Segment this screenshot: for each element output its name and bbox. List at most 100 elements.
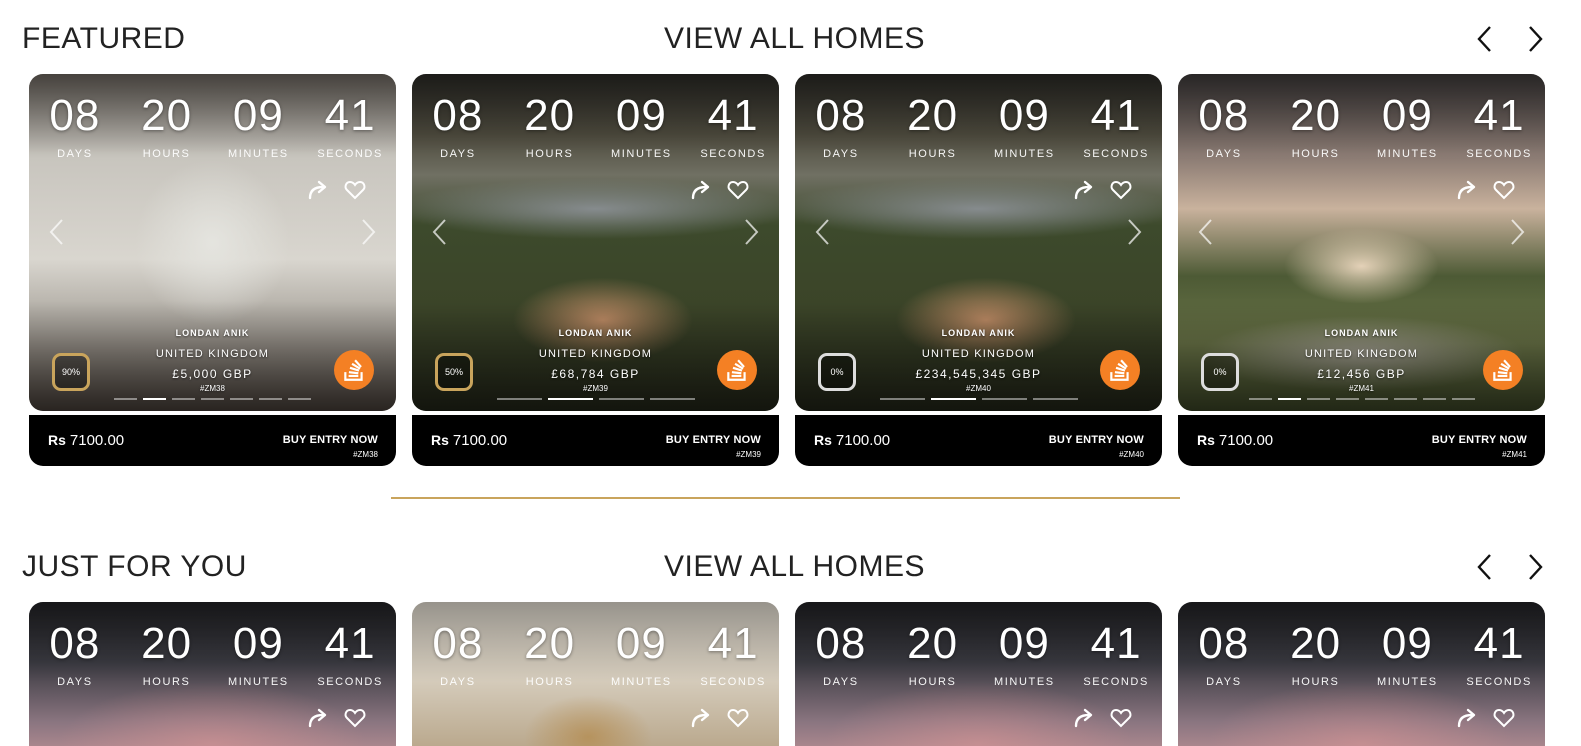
buy-entry-bar[interactable]: Rs 7100.00 BUY ENTRY NOW #ZM38 <box>29 415 396 466</box>
stackoverflow-icon[interactable] <box>1483 350 1523 390</box>
timer-minutes: 09 MINUTES <box>596 620 688 689</box>
carousel-next-button[interactable] <box>1520 550 1550 584</box>
property-photo[interactable]: 08 DAYS 20 HOURS 09 MINUTES 41 SECONDS LONDAN AN… <box>795 74 1162 411</box>
property-card[interactable]: 08 DAYS 20 HOURS 09 MINUTES 41 SECONDS <box>1178 602 1545 746</box>
property-photo[interactable]: 08 DAYS 20 HOURS 09 MINUTES 41 SECONDS <box>412 602 779 746</box>
slide-indicator[interactable] <box>114 398 137 400</box>
property-card[interactable]: 08 DAYS 20 HOURS 09 MINUTES 41 SECONDS LONDAN AN… <box>1178 74 1545 466</box>
share-icon[interactable] <box>306 706 330 730</box>
property-photo[interactable]: 08 DAYS 20 HOURS 09 MINUTES 41 SECONDS LONDAN AN… <box>412 74 779 411</box>
property-card[interactable]: 08 DAYS 20 HOURS 09 MINUTES 41 SECONDS <box>29 602 396 746</box>
timer-minutes-value: 09 <box>1381 91 1433 140</box>
buy-entry-bar[interactable]: Rs 7100.00 BUY ENTRY NOW #ZM41 <box>1178 415 1545 466</box>
buy-entry-button[interactable]: BUY ENTRY NOW <box>666 434 761 446</box>
heart-icon[interactable] <box>1109 706 1133 730</box>
photo-next-button[interactable] <box>1509 217 1527 247</box>
timer-days-value: 08 <box>49 619 101 668</box>
photo-prev-button[interactable] <box>430 217 448 247</box>
property-photo[interactable]: 08 DAYS 20 HOURS 09 MINUTES 41 SECONDS LONDAN AN… <box>29 74 396 411</box>
photo-next-button[interactable] <box>743 217 761 247</box>
slide-indicator[interactable] <box>259 398 282 400</box>
slide-indicator[interactable] <box>1364 398 1388 400</box>
slide-indicator[interactable] <box>598 398 644 400</box>
stackoverflow-icon[interactable] <box>334 350 374 390</box>
property-photo[interactable]: 08 DAYS 20 HOURS 09 MINUTES 41 SECONDS LONDAN AN… <box>1178 74 1545 411</box>
slide-indicator[interactable] <box>1451 398 1475 400</box>
timer-minutes-value: 09 <box>998 619 1050 668</box>
slide-indicator[interactable] <box>1335 398 1359 400</box>
slide-indicator[interactable] <box>1306 398 1330 400</box>
timer-days: 08 DAYS <box>1178 92 1270 161</box>
timer-minutes: 09 MINUTES <box>1362 620 1454 689</box>
timer-seconds-value: 41 <box>707 619 759 668</box>
property-photo[interactable]: 08 DAYS 20 HOURS 09 MINUTES 41 SECONDS <box>1178 602 1545 746</box>
slide-indicator[interactable] <box>496 398 542 400</box>
share-icon[interactable] <box>1455 706 1479 730</box>
heart-icon[interactable] <box>726 706 750 730</box>
heart-icon[interactable] <box>1109 178 1133 202</box>
slide-indicator[interactable] <box>1032 398 1078 400</box>
timer-hours-label: HOURS <box>142 148 191 160</box>
slide-indicator[interactable] <box>201 398 224 400</box>
share-icon[interactable] <box>1072 178 1096 202</box>
share-icon[interactable] <box>1072 706 1096 730</box>
stackoverflow-icon[interactable] <box>717 350 757 390</box>
section-title: FEATURED <box>22 22 186 55</box>
timer-days-label: DAYS <box>57 676 93 688</box>
photo-prev-button[interactable] <box>1196 217 1214 247</box>
heart-icon[interactable] <box>343 178 367 202</box>
countdown-timer: 08 DAYS 20 HOURS 09 MINUTES 41 SECONDS <box>29 619 396 689</box>
photo-prev-button[interactable] <box>813 217 831 247</box>
photo-prev-button[interactable] <box>47 217 65 247</box>
slide-indicator[interactable] <box>1393 398 1417 400</box>
property-card[interactable]: 08 DAYS 20 HOURS 09 MINUTES 41 SECONDS LONDAN AN… <box>29 74 396 466</box>
buy-entry-button[interactable]: BUY ENTRY NOW <box>1049 434 1144 446</box>
slide-indicator[interactable] <box>143 398 166 400</box>
buy-entry-button[interactable]: BUY ENTRY NOW <box>283 434 378 446</box>
timer-minutes: 09 MINUTES <box>213 92 305 161</box>
carousel-next-button[interactable] <box>1520 22 1550 56</box>
timer-seconds-label: SECONDS <box>1466 148 1532 160</box>
slide-indicator[interactable] <box>1277 398 1301 400</box>
carousel-prev-button[interactable] <box>1470 22 1500 56</box>
buy-entry-bar[interactable]: Rs 7100.00 BUY ENTRY NOW #ZM39 <box>412 415 779 466</box>
slide-indicator[interactable] <box>981 398 1027 400</box>
property-photo[interactable]: 08 DAYS 20 HOURS 09 MINUTES 41 SECONDS <box>29 602 396 746</box>
slide-indicator[interactable] <box>930 398 976 400</box>
property-photo[interactable]: 08 DAYS 20 HOURS 09 MINUTES 41 SECONDS <box>795 602 1162 746</box>
countdown-timer: 08 DAYS 20 HOURS 09 MINUTES 41 SECONDS <box>795 92 1162 161</box>
photo-next-button[interactable] <box>360 217 378 247</box>
timer-days-label: DAYS <box>1206 676 1242 688</box>
buy-entry-bar[interactable]: Rs 7100.00 BUY ENTRY NOW #ZM40 <box>795 415 1162 466</box>
heart-icon[interactable] <box>1492 706 1516 730</box>
heart-icon[interactable] <box>343 706 367 730</box>
featured-section: FEATURED VIEW ALL HOMES 08 DAYS 20 HOURS 09 M… <box>0 0 1581 480</box>
property-card[interactable]: 08 DAYS 20 HOURS 09 MINUTES 41 SECONDS <box>795 602 1162 746</box>
property-card[interactable]: 08 DAYS 20 HOURS 09 MINUTES 41 SECONDS LONDAN AN… <box>412 74 779 466</box>
timer-seconds-value: 41 <box>324 91 376 140</box>
share-icon[interactable] <box>306 178 330 202</box>
buy-entry-button[interactable]: BUY ENTRY NOW <box>1432 434 1527 446</box>
heart-icon[interactable] <box>1492 178 1516 202</box>
slide-indicator[interactable] <box>288 398 311 400</box>
share-icon[interactable] <box>1455 178 1479 202</box>
photo-next-button[interactable] <box>1126 217 1144 247</box>
slide-indicator[interactable] <box>230 398 253 400</box>
slide-indicator[interactable] <box>1248 398 1272 400</box>
featured-carousel: 08 DAYS 20 HOURS 09 MINUTES 41 SECONDS LONDAN AN… <box>29 74 1549 469</box>
view-all-homes-link[interactable]: VIEW ALL HOMES <box>664 550 925 584</box>
slide-indicator[interactable] <box>649 398 695 400</box>
stackoverflow-icon[interactable] <box>1100 350 1140 390</box>
share-icon[interactable] <box>689 178 713 202</box>
property-card[interactable]: 08 DAYS 20 HOURS 09 MINUTES 41 SECONDS LONDAN AN… <box>795 74 1162 466</box>
slide-indicator[interactable] <box>1422 398 1446 400</box>
carousel-prev-button[interactable] <box>1470 550 1500 584</box>
share-icon[interactable] <box>689 706 713 730</box>
slide-indicator[interactable] <box>172 398 195 400</box>
heart-icon[interactable] <box>726 178 750 202</box>
slide-indicator[interactable] <box>879 398 925 400</box>
sold-percent-badge: 50% <box>435 353 473 391</box>
view-all-homes-link[interactable]: VIEW ALL HOMES <box>664 22 925 56</box>
slide-indicator[interactable] <box>547 398 593 400</box>
property-card[interactable]: 08 DAYS 20 HOURS 09 MINUTES 41 SECONDS <box>412 602 779 746</box>
